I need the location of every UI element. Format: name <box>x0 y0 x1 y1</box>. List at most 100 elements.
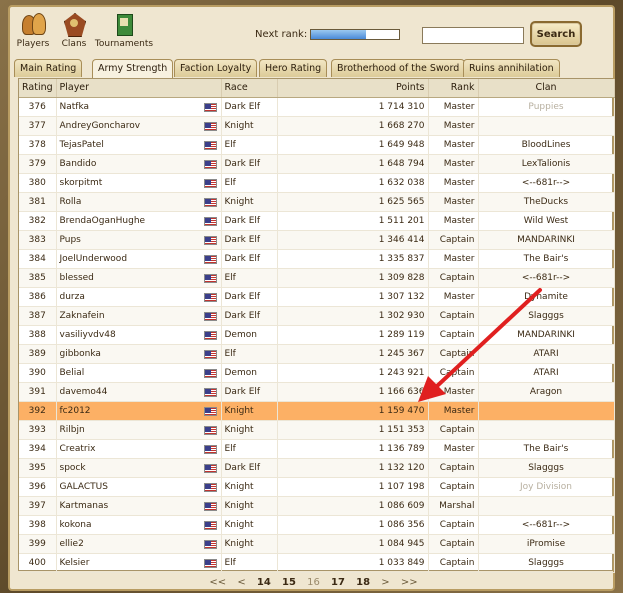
table-row[interactable]: 377 AndreyGoncharov Knight 1 668 270 Master <box>19 116 615 136</box>
cell-clan[interactable]: ATARI <box>478 344 615 364</box>
cell-player[interactable]: TejasPatel <box>56 135 222 155</box>
cell-player[interactable]: fc2012 <box>56 401 222 421</box>
tab-main-rating[interactable]: Main Rating <box>14 59 83 77</box>
cell-player[interactable]: spock <box>56 458 222 478</box>
player-name-link[interactable]: AndreyGoncharov <box>60 121 141 131</box>
cell-player[interactable]: vasiliyvdv48 <box>56 325 222 345</box>
nav-clans[interactable]: Clans <box>58 11 90 49</box>
player-name-link[interactable]: kokona <box>60 520 92 530</box>
cell-clan[interactable]: <--681r--> <box>478 515 615 535</box>
player-name-link[interactable]: Bandido <box>60 159 97 169</box>
cell-player[interactable]: Pups <box>56 230 222 250</box>
cell-clan[interactable]: <--681r--> <box>478 173 615 193</box>
cell-player[interactable]: Zaknafein <box>56 306 222 326</box>
player-name-link[interactable]: Rolla <box>60 197 82 207</box>
header-race[interactable]: Race <box>221 79 278 98</box>
cell-clan[interactable]: Aragon <box>478 382 615 402</box>
nav-tournaments[interactable]: Tournaments <box>94 11 154 49</box>
cell-player[interactable]: Kelsier <box>56 553 222 573</box>
cell-player[interactable]: BrendaOganHughe <box>56 211 222 231</box>
cell-player[interactable]: blessed <box>56 268 222 288</box>
tab-brotherhood-of-the-sword[interactable]: Brotherhood of the Sword <box>331 59 466 77</box>
cell-clan[interactable]: Wild West <box>478 211 615 231</box>
player-name-link[interactable]: davemo44 <box>60 387 108 397</box>
cell-player[interactable]: davemo44 <box>56 382 222 402</box>
cell-clan[interactable]: MANDARINKI <box>478 230 615 250</box>
table-row[interactable]: 383 Pups Dark Elf 1 346 414 Captain MANDARINK… <box>19 230 615 250</box>
player-name-link[interactable]: gibbonka <box>60 349 101 359</box>
page-link-17[interactable]: 17 <box>331 577 345 588</box>
header-rank[interactable]: Rank <box>428 79 479 98</box>
player-name-link[interactable]: JoelUnderwood <box>60 254 128 264</box>
player-search-input[interactable] <box>422 27 524 44</box>
next-page-link[interactable]: > <box>381 577 389 588</box>
table-row[interactable]: 399 ellie2 Knight 1 084 945 Captain iPromise <box>19 534 615 554</box>
cell-player[interactable]: Bandido <box>56 154 222 174</box>
last-page-link[interactable]: >> <box>401 577 418 588</box>
table-row[interactable]: 395 spock Dark Elf 1 132 120 Captain Slagggs <box>19 458 615 478</box>
table-row[interactable]: 382 BrendaOganHughe Dark Elf 1 511 201 Maste… <box>19 211 615 231</box>
player-name-link[interactable]: durza <box>60 292 85 302</box>
player-name-link[interactable]: blessed <box>60 273 94 283</box>
header-clan[interactable]: Clan <box>478 79 615 98</box>
table-row[interactable]: 381 Rolla Knight 1 625 565 Master TheDucks <box>19 192 615 212</box>
cell-clan[interactable]: MANDARINKI <box>478 325 615 345</box>
player-name-link[interactable]: Kelsier <box>60 558 90 568</box>
player-name-link[interactable]: Zaknafein <box>60 311 105 321</box>
player-name-link[interactable]: BrendaOganHughe <box>60 216 146 226</box>
table-row[interactable]: 386 durza Dark Elf 1 307 132 Master Dynamite <box>19 287 615 307</box>
tab-faction-loyalty[interactable]: Faction Loyalty <box>174 59 258 77</box>
player-name-link[interactable]: fc2012 <box>60 406 91 416</box>
table-row[interactable]: 379 Bandido Dark Elf 1 648 794 Master LexTali… <box>19 154 615 174</box>
cell-clan[interactable]: The Bair's <box>478 249 615 269</box>
cell-clan[interactable]: Joy Division <box>478 477 615 497</box>
cell-clan[interactable]: TheDucks <box>478 192 615 212</box>
nav-players[interactable]: Players <box>16 11 50 49</box>
table-row[interactable]: 397 Kartmanas Knight 1 086 609 Marshal <box>19 496 615 516</box>
cell-player[interactable]: Rolla <box>56 192 222 212</box>
player-name-link[interactable]: vasiliyvdv48 <box>60 330 116 340</box>
header-rating[interactable]: Rating <box>19 79 57 98</box>
cell-clan[interactable]: Puppies <box>478 97 615 117</box>
table-row[interactable]: 380 skorpitmt Elf 1 632 038 Master <--681r--> <box>19 173 615 193</box>
cell-player[interactable]: GALACTUS <box>56 477 222 497</box>
player-name-link[interactable]: GALACTUS <box>60 482 108 492</box>
cell-clan[interactable]: BloodLines <box>478 135 615 155</box>
tab-army-strength[interactable]: Army Strength <box>92 59 174 78</box>
cell-player[interactable]: kokona <box>56 515 222 535</box>
table-row[interactable]: 396 GALACTUS Knight 1 107 198 Captain Joy Div… <box>19 477 615 497</box>
table-row[interactable]: 392 fc2012 Knight 1 159 470 Master <box>19 401 615 421</box>
cell-clan[interactable]: Slagggs <box>478 553 615 573</box>
cell-player[interactable]: Belial <box>56 363 222 383</box>
cell-clan[interactable]: The Bair's <box>478 439 615 459</box>
player-name-link[interactable]: Belial <box>60 368 85 378</box>
table-row[interactable]: 378 TejasPatel Elf 1 649 948 Master BloodLine… <box>19 135 615 155</box>
table-row[interactable]: 391 davemo44 Dark Elf 1 166 636 Master Aragon <box>19 382 615 402</box>
table-row[interactable]: 394 Creatrix Elf 1 136 789 Master The Bair's <box>19 439 615 459</box>
player-name-link[interactable]: Creatrix <box>60 444 96 454</box>
table-row[interactable]: 393 Rilbjn Knight 1 151 353 Captain <box>19 420 615 440</box>
cell-clan[interactable]: <--681r--> <box>478 268 615 288</box>
page-link-18[interactable]: 18 <box>356 577 370 588</box>
cell-player[interactable]: durza <box>56 287 222 307</box>
cell-player[interactable]: Creatrix <box>56 439 222 459</box>
player-name-link[interactable]: skorpitmt <box>60 178 103 188</box>
player-name-link[interactable]: ellie2 <box>60 539 84 549</box>
player-name-link[interactable]: Kartmanas <box>60 501 109 511</box>
header-player[interactable]: Player <box>56 79 222 98</box>
tab-ruins-annihilation[interactable]: Ruins annihilation <box>463 59 560 77</box>
table-row[interactable]: 387 Zaknafein Dark Elf 1 302 930 Captain Slag… <box>19 306 615 326</box>
tab-hero-rating[interactable]: Hero Rating <box>259 59 328 77</box>
cell-clan[interactable]: LexTalionis <box>478 154 615 174</box>
cell-player[interactable]: gibbonka <box>56 344 222 364</box>
cell-clan[interactable]: iPromise <box>478 534 615 554</box>
table-row[interactable]: 384 JoelUnderwood Dark Elf 1 335 837 Master T… <box>19 249 615 269</box>
cell-clan[interactable]: Slagggs <box>478 458 615 478</box>
player-name-link[interactable]: Rilbjn <box>60 425 85 435</box>
cell-player[interactable]: JoelUnderwood <box>56 249 222 269</box>
table-row[interactable]: 400 Kelsier Elf 1 033 849 Captain Slagggs <box>19 553 615 573</box>
player-name-link[interactable]: spock <box>60 463 86 473</box>
search-button[interactable]: Search <box>530 21 582 47</box>
cell-player[interactable]: Rilbjn <box>56 420 222 440</box>
table-row[interactable]: 376 Natfka Dark Elf 1 714 310 Master Puppies <box>19 97 615 117</box>
